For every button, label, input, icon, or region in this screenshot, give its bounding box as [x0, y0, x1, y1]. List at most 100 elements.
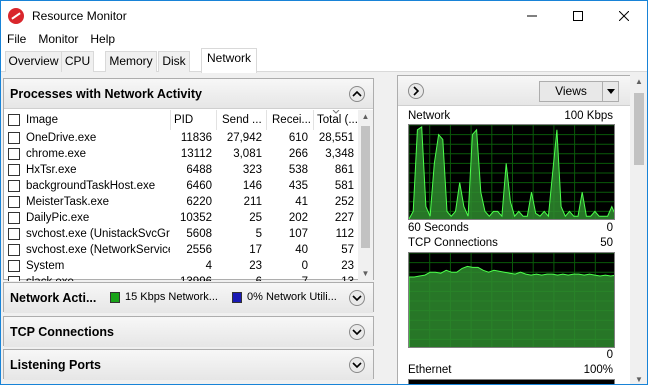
cell-send: 6 [216, 274, 262, 281]
tab-cpu[interactable]: CPU [61, 51, 94, 72]
chevron-down-icon [352, 362, 362, 369]
menu-monitor[interactable]: Monitor [32, 30, 84, 48]
views-dropdown-arrow[interactable] [602, 82, 618, 101]
cell-total: 13 [312, 274, 354, 281]
row-checkbox[interactable] [8, 196, 20, 208]
cell-pid: 11836 [180, 132, 212, 144]
cell-pid: 5608 [186, 228, 212, 240]
listening-ports-section[interactable]: Listening Ports [3, 349, 374, 380]
cell-image: System [26, 260, 65, 272]
cell-total: 23 [341, 260, 354, 272]
row-checkbox[interactable] [8, 228, 20, 240]
table-row[interactable]: svchost.exe (NetworkService... 2556 17 40 57 [4, 242, 359, 258]
tcp-graph-title: TCP Connections [408, 237, 498, 249]
expand-tcp-button[interactable] [349, 324, 365, 340]
tab-disk[interactable]: Disk [158, 51, 190, 72]
col-receive[interactable]: Recei... [272, 110, 312, 130]
cell-receive: 266 [288, 148, 308, 160]
cell-receive: 202 [288, 212, 308, 224]
scroll-thumb[interactable] [634, 93, 644, 165]
scroll-up-arrow-icon[interactable]: ▲ [361, 112, 370, 121]
tcp-connections-section[interactable]: TCP Connections [3, 316, 374, 347]
cell-send: 25 [249, 212, 262, 224]
graphs-header: Views [398, 76, 630, 106]
cell-image: DailyPic.exe [26, 212, 90, 224]
cell-send: 23 [249, 260, 262, 272]
collapse-processes-button[interactable] [349, 86, 365, 102]
cell-total: 3,348 [325, 148, 354, 160]
row-checkbox[interactable] [8, 132, 20, 144]
table-row[interactable]: MeisterTask.exe 6220 211 41 252 [4, 194, 359, 210]
scroll-down-arrow-icon[interactable]: ▼ [634, 375, 644, 384]
caret-down-icon [606, 89, 615, 94]
cell-send: 146 [242, 180, 262, 192]
cell-image: OneDrive.exe [26, 132, 97, 144]
table-row[interactable]: backgroundTaskHost.exe 6460 146 435 581 [4, 178, 359, 194]
row-checkbox[interactable] [8, 260, 20, 272]
scroll-up-arrow-icon[interactable]: ▲ [634, 77, 644, 86]
network-graph-plot [409, 125, 614, 219]
row-checkbox[interactable] [8, 276, 20, 281]
ethernet-graph-max: 100% [583, 364, 613, 376]
maximize-button[interactable] [555, 1, 601, 30]
table-row[interactable]: chrome.exe 13112 3,081 266 3,348 [4, 146, 359, 162]
cell-total: 112 [335, 228, 354, 240]
utilization-legend: 0% Network Utili... [232, 291, 337, 303]
graphs-scrollbar[interactable]: ▲ ▼ [630, 75, 647, 384]
legend-green-swatch [110, 291, 120, 303]
column-divider [266, 110, 267, 130]
cell-send: 3,081 [233, 148, 262, 160]
row-checkbox[interactable] [8, 244, 20, 256]
processes-scrollbar[interactable]: ▲ ▼ [358, 110, 373, 281]
table-row[interactable]: DailyPic.exe 10352 25 202 227 [4, 210, 359, 226]
pane-splitter[interactable] [377, 75, 387, 384]
table-row[interactable]: slack.exe 13996 67 13 [4, 274, 359, 281]
select-all-checkbox[interactable] [8, 114, 20, 126]
tab-bar: Overview CPU Memory Disk Network [1, 48, 647, 73]
cell-send: 323 [242, 164, 262, 176]
col-image[interactable]: Image [26, 110, 166, 130]
cell-receive: 40 [295, 244, 308, 256]
network-activity-header[interactable]: Network Acti... 15 Kbps Network... 0% Ne… [4, 283, 373, 313]
table-row[interactable]: svchost.exe (UnistackSvcGro... 5608 5 107 11… [4, 226, 359, 242]
menu-file[interactable]: File [1, 30, 32, 48]
processes-header[interactable]: Processes with Network Activity [4, 79, 373, 109]
network-graph [408, 124, 615, 220]
tab-overview[interactable]: Overview [5, 51, 62, 72]
close-icon [619, 10, 629, 21]
row-checkbox[interactable] [8, 164, 20, 176]
expand-listening-button[interactable] [349, 357, 365, 373]
row-checkbox[interactable] [8, 180, 20, 192]
cell-image: svchost.exe (UnistackSvcGro... [26, 228, 170, 240]
title-bar: Resource Monitor [1, 1, 647, 30]
row-checkbox[interactable] [8, 148, 20, 160]
hide-graphs-button[interactable] [408, 83, 424, 99]
views-dropdown[interactable]: Views [539, 81, 619, 102]
close-button[interactable] [601, 1, 647, 30]
table-row[interactable]: HxTsr.exe 6488 323 538 861 [4, 162, 359, 178]
row-checkbox[interactable] [8, 212, 20, 224]
network-legend: 15 Kbps Network... [110, 291, 218, 303]
tcp-graph-max: 50 [600, 237, 613, 249]
network-activity-section[interactable]: Network Acti... 15 Kbps Network... 0% Ne… [3, 282, 374, 313]
scroll-thumb[interactable] [361, 126, 370, 248]
cell-image: backgroundTaskHost.exe [26, 180, 156, 192]
tcp-connections-header[interactable]: TCP Connections [4, 317, 373, 347]
expand-network-activity-button[interactable] [349, 290, 365, 306]
table-row[interactable]: OneDrive.exe 11836 27,942 610 28,551 [4, 130, 359, 146]
cell-receive: 41 [295, 196, 308, 208]
tab-memory[interactable]: Memory [105, 51, 157, 72]
tcp-graph-min: 0 [606, 349, 613, 361]
col-pid[interactable]: PID [174, 110, 214, 130]
cell-send: 5 [255, 228, 262, 240]
network-graph-min: 0 [606, 222, 613, 234]
menu-help[interactable]: Help [84, 30, 121, 48]
col-send[interactable]: Send ... [222, 110, 264, 130]
listening-ports-header[interactable]: Listening Ports [4, 350, 373, 380]
network-graph-timespan: 60 Seconds [408, 222, 469, 234]
cell-pid: 2556 [186, 244, 212, 256]
table-row[interactable]: System 4 23 0 23 [4, 258, 359, 274]
tab-network[interactable]: Network [201, 48, 257, 73]
scroll-down-arrow-icon[interactable]: ▼ [361, 269, 370, 278]
minimize-button[interactable] [509, 1, 555, 30]
